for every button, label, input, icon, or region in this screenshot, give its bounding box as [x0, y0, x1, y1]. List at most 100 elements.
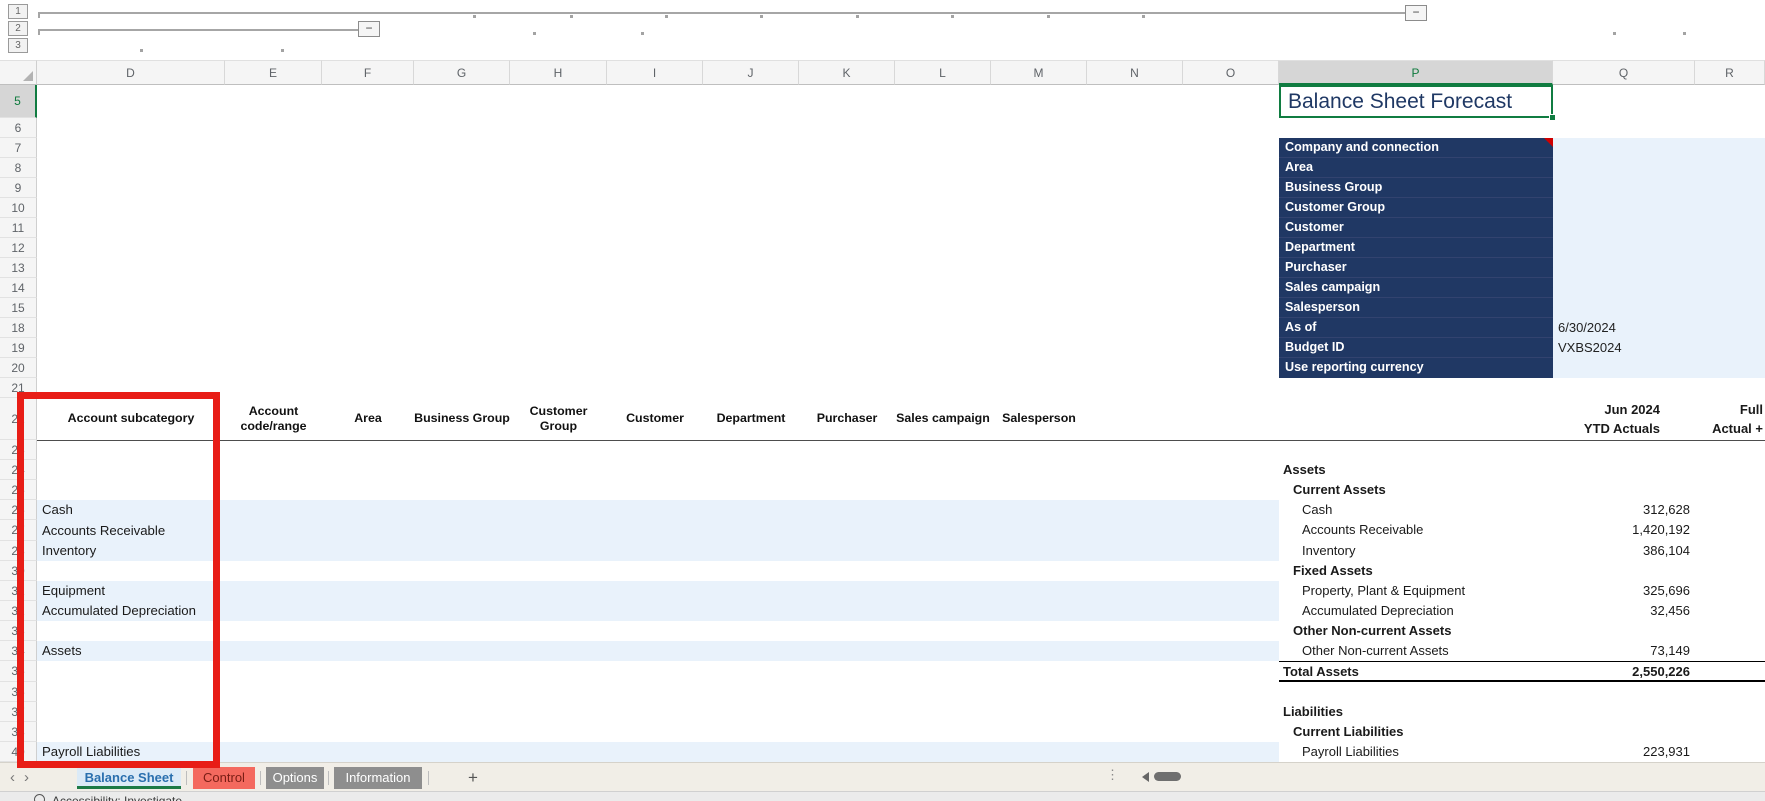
filter-row-business-group[interactable]: Business Group [1279, 178, 1553, 198]
column-header-r[interactable]: R [1695, 60, 1765, 85]
row-header[interactable]: 13 [0, 258, 37, 278]
period-column-header: Jun 2024 YTD Actuals [1520, 400, 1660, 438]
add-sheet-button[interactable]: + [468, 768, 478, 788]
filter-row-purchaser[interactable]: Purchaser [1279, 258, 1553, 278]
filter-row-as-of[interactable]: As of [1279, 318, 1553, 338]
report-line-assets: Assets [1283, 462, 1326, 477]
horizontal-scrollbar-thumb[interactable] [1154, 772, 1181, 781]
banded-row [37, 500, 1279, 520]
row-header[interactable]: 15 [0, 298, 37, 318]
next-period-header-line2: Actual + [1712, 421, 1763, 436]
row-header[interactable]: 8 [0, 158, 37, 178]
outline-dot [570, 15, 573, 18]
tab-separator [186, 771, 187, 785]
budget-id-value-cell[interactable]: VXBS2024 [1558, 338, 1622, 358]
sheet-tab-options[interactable]: Options [266, 767, 324, 789]
scroll-left-arrow-icon[interactable] [1142, 772, 1149, 782]
column-header-g[interactable]: G [414, 60, 510, 85]
total-assets-bottom-border [1279, 680, 1765, 682]
report-value-cash: 312,628 [1643, 502, 1690, 517]
tab-strip-resize-handle[interactable]: ⋮ [1106, 767, 1119, 783]
report-line-current-liabilities: Current Liabilities [1293, 724, 1404, 739]
row-header[interactable]: 10 [0, 198, 37, 218]
filter-row-department[interactable]: Department [1279, 238, 1553, 258]
outline-dot [641, 32, 644, 35]
annotation-rectangle [17, 392, 220, 768]
report-value-ppe: 325,696 [1643, 583, 1690, 598]
row-header[interactable]: 6 [0, 118, 37, 138]
report-line-total-assets: Total Assets [1283, 664, 1359, 679]
outline-dot [1683, 32, 1686, 35]
report-line-inventory: Inventory [1302, 543, 1356, 558]
sheet-tab-balance-sheet-active[interactable]: Balance Sheet [77, 767, 181, 789]
outline-dot [856, 15, 859, 18]
report-line-accumulated-depreciation: Accumulated Depreciation [1302, 603, 1454, 618]
tab-scroll-left-icon[interactable]: ‹ [10, 769, 15, 787]
column-header-k[interactable]: K [799, 60, 895, 85]
banded-row [37, 641, 1279, 661]
column-header-l[interactable]: L [895, 60, 991, 85]
column-header-n[interactable]: N [1087, 60, 1183, 85]
column-header-i[interactable]: I [607, 60, 703, 85]
tab-scroll-right-icon[interactable]: › [24, 769, 29, 787]
filter-row-area[interactable]: Area [1279, 158, 1553, 178]
report-value-accumulated-depreciation: 32,456 [1650, 603, 1690, 618]
report-line-payroll-liabilities: Payroll Liabilities [1302, 744, 1399, 759]
filter-row-salesperson[interactable]: Salesperson [1279, 298, 1553, 318]
collapse-group-button-level1[interactable]: − [1405, 5, 1427, 21]
filter-row-customer-group[interactable]: Customer Group [1279, 198, 1553, 218]
select-all-triangle-icon [23, 71, 33, 81]
outline-dot [1047, 15, 1050, 18]
accessibility-status-text[interactable]: Accessibility: Investigate [52, 794, 182, 801]
column-header-o[interactable]: O [1183, 60, 1279, 85]
column-header-e[interactable]: E [225, 60, 322, 85]
row-header[interactable]: 18 [0, 318, 37, 338]
table-header-business-group: Business Group [414, 411, 510, 426]
outline-level-3-button[interactable]: 3 [8, 38, 28, 53]
column-header-d[interactable]: D [37, 60, 225, 85]
row-header-5-selected[interactable]: 5 [0, 85, 37, 118]
outline-dot [951, 15, 954, 18]
as-of-value-cell[interactable]: 6/30/2024 [1558, 318, 1616, 338]
row-header[interactable]: 11 [0, 218, 37, 238]
fill-handle[interactable] [1549, 114, 1556, 121]
column-header-f[interactable]: F [322, 60, 414, 85]
collapse-group-button-level2[interactable]: − [358, 21, 380, 37]
excel-window: 1 2 3 − − D E F G H I J K L M N O P Q R … [0, 0, 1765, 801]
column-header-j[interactable]: J [703, 60, 799, 85]
report-line-ppe: Property, Plant & Equipment [1302, 583, 1466, 598]
row-header[interactable]: 9 [0, 178, 37, 198]
outline-dot [760, 15, 763, 18]
sheet-tab-control[interactable]: Control [193, 767, 255, 789]
report-value-total-assets: 2,550,226 [1632, 664, 1690, 679]
banded-row [37, 742, 1279, 762]
row-header[interactable]: 14 [0, 278, 37, 298]
banded-row [37, 601, 1279, 621]
row-header[interactable]: 12 [0, 238, 37, 258]
sheet-tab-information[interactable]: Information [334, 767, 422, 789]
select-all-corner[interactable] [0, 60, 37, 85]
column-header-m[interactable]: M [991, 60, 1087, 85]
report-value-inventory: 386,104 [1643, 543, 1690, 558]
tab-separator [260, 771, 261, 785]
filter-row-budget-id[interactable]: Budget ID [1279, 338, 1553, 358]
table-header-salesperson: Salesperson [1002, 411, 1076, 426]
row-header[interactable]: 7 [0, 138, 37, 158]
title-cell-selected[interactable]: Balance Sheet Forecast [1279, 85, 1553, 118]
filter-row-customer[interactable]: Customer [1279, 218, 1553, 238]
outline-level-1-button[interactable]: 1 [8, 4, 28, 19]
report-line-other-noncurrent: Other Non-current Assets [1302, 643, 1449, 658]
column-header-q[interactable]: Q [1553, 60, 1695, 85]
row-header[interactable]: 20 [0, 358, 37, 378]
table-header-purchaser: Purchaser [816, 411, 878, 426]
period-header-type: YTD Actuals [1583, 421, 1660, 436]
report-value-other-noncurrent: 73,149 [1650, 643, 1690, 658]
outline-level-2-button[interactable]: 2 [8, 21, 28, 36]
filter-row-company[interactable]: Company and connection [1279, 138, 1553, 158]
column-header-h[interactable]: H [510, 60, 607, 85]
column-header-p-selected[interactable]: P [1279, 60, 1553, 85]
filter-row-reporting-currency[interactable]: Use reporting currency [1279, 358, 1553, 378]
filter-row-sales-campaign[interactable]: Sales campaign [1279, 278, 1553, 298]
report-line-fixed-assets: Fixed Assets [1293, 563, 1373, 578]
row-header[interactable]: 19 [0, 338, 37, 358]
